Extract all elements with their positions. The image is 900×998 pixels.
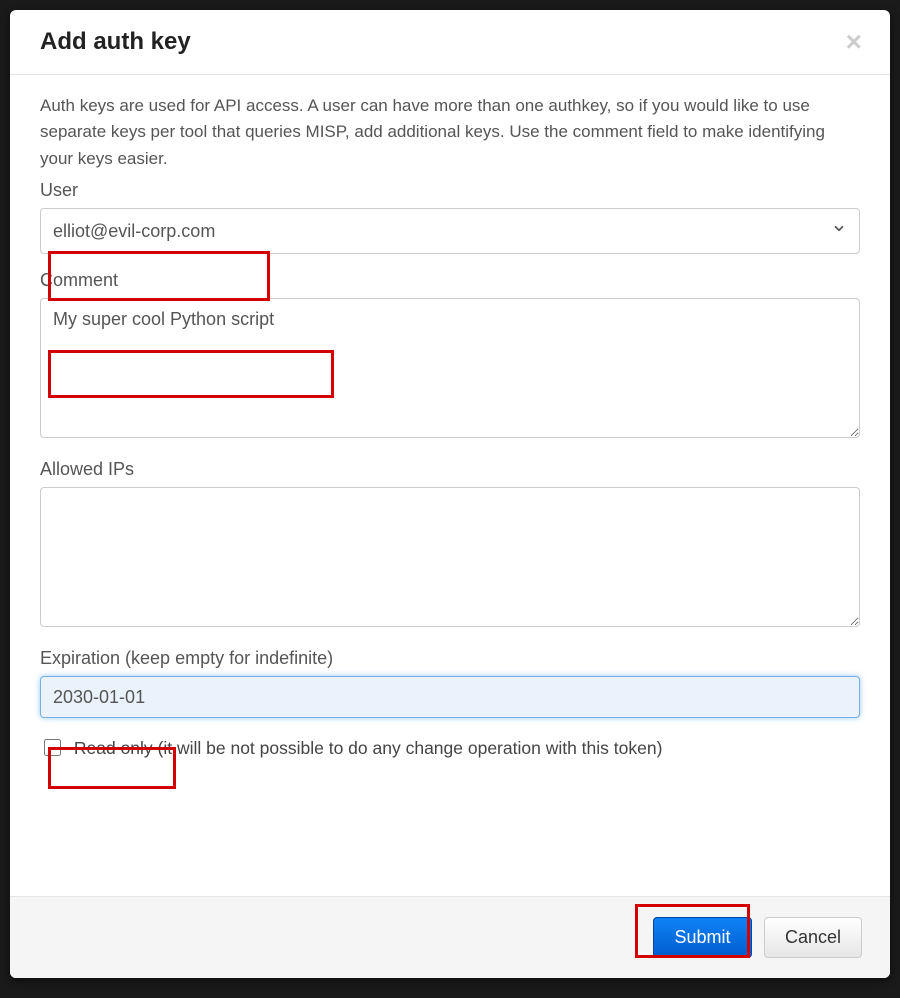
allowed-ips-label: Allowed IPs xyxy=(40,459,860,480)
read-only-label: Read only (it will be not possible to do… xyxy=(74,738,663,758)
allowed-ips-textarea[interactable] xyxy=(40,487,860,627)
expiration-input[interactable] xyxy=(40,676,860,718)
description-text: Auth keys are used for API access. A use… xyxy=(40,93,860,172)
user-label: User xyxy=(40,180,860,201)
expiration-label: Expiration (keep empty for indefinite) xyxy=(40,648,860,669)
user-select[interactable]: elliot@evil-corp.com xyxy=(40,208,860,254)
read-only-checkbox[interactable] xyxy=(44,739,61,756)
comment-textarea[interactable]: My super cool Python script xyxy=(40,298,860,438)
modal-footer: Submit Cancel xyxy=(10,896,890,978)
user-select-wrap: elliot@evil-corp.com xyxy=(40,208,860,254)
read-only-label-wrap[interactable]: Read only (it will be not possible to do… xyxy=(40,738,662,758)
close-icon[interactable]: × xyxy=(846,28,862,56)
add-auth-key-modal: Add auth key × Auth keys are used for AP… xyxy=(10,10,890,978)
cancel-button[interactable]: Cancel xyxy=(764,917,862,958)
submit-button[interactable]: Submit xyxy=(653,917,751,958)
read-only-row: Read only (it will be not possible to do… xyxy=(40,736,860,759)
modal-header: Add auth key × xyxy=(10,10,890,75)
modal-title: Add auth key xyxy=(40,28,860,56)
modal-body: Auth keys are used for API access. A use… xyxy=(10,75,890,896)
comment-label: Comment xyxy=(40,270,860,291)
